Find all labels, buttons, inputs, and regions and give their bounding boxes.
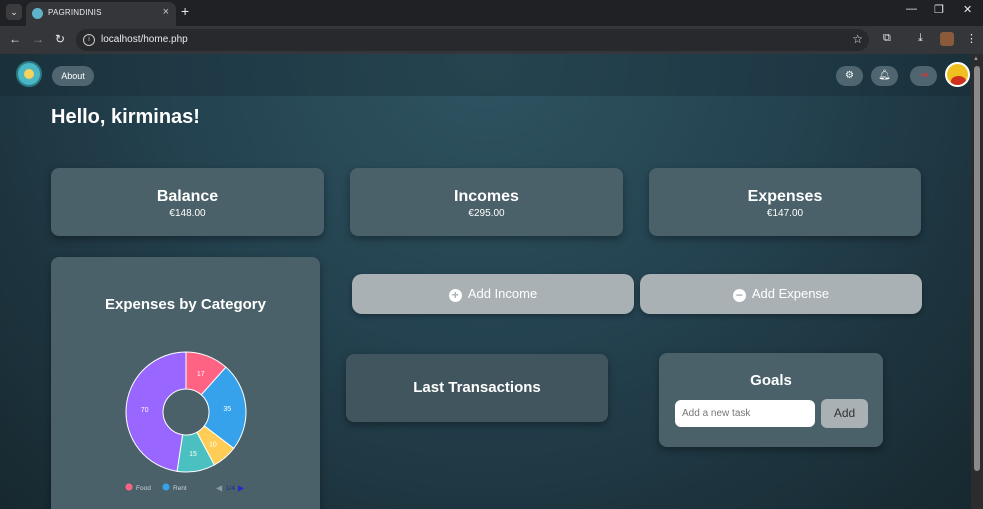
menu-icon[interactable]: ⋮	[966, 32, 977, 45]
scroll-thumb[interactable]	[974, 66, 980, 471]
incomes-value: €295.00	[468, 208, 505, 219]
add-income-button[interactable]: + Add Income	[352, 274, 634, 314]
expenses-title: Expenses	[747, 188, 823, 205]
greeting-heading: Hello, kirminas!	[51, 106, 200, 128]
legend-prev-icon[interactable]: ◀	[216, 484, 223, 493]
reload-icon[interactable]: ↻	[55, 32, 65, 46]
slice-value-label: 10	[209, 442, 217, 449]
slice-value-label: 70	[141, 407, 149, 414]
legend-swatch	[162, 483, 170, 491]
gear-icon: ⚙	[845, 70, 854, 81]
logout-button[interactable]: ⇥	[910, 66, 937, 86]
tab-search-button[interactable]: ⌄	[6, 4, 22, 20]
close-window-icon[interactable]: ✕	[963, 3, 972, 16]
add-expense-label: Add Expense	[751, 286, 830, 301]
legend-page-indicator: 1/4	[226, 485, 235, 492]
settings-button[interactable]: ⚙	[836, 66, 863, 86]
app-logo[interactable]	[16, 61, 42, 87]
incomes-card: Incomes €295.00	[350, 168, 623, 236]
new-tab-button[interactable]: +	[181, 3, 189, 19]
new-task-input[interactable]	[675, 400, 815, 427]
forward-icon[interactable]: →	[32, 32, 44, 46]
about-button[interactable]: About	[52, 66, 94, 86]
bookmark-star-icon[interactable]: ☆	[852, 32, 863, 46]
address-bar[interactable]: i localhost/home.php ☆	[76, 29, 869, 51]
back-icon[interactable]: ←	[9, 32, 21, 46]
restore-icon[interactable]: ❐	[934, 3, 944, 16]
url-text: localhost/home.php	[101, 34, 188, 45]
tab-close-icon[interactable]: ×	[163, 6, 169, 18]
favicon-icon	[32, 8, 43, 19]
browser-tab[interactable]: PAGRINDINIS ×	[26, 2, 176, 26]
minimize-icon[interactable]: —	[906, 3, 917, 15]
tab-title: PAGRINDINIS	[48, 8, 102, 17]
goals-card: Goals Add	[659, 353, 883, 447]
donut-slice[interactable]	[125, 351, 187, 472]
expenses-chart-card: Expenses by Category 17 35 10 15 70 Food Rent ◀…	[51, 257, 320, 509]
download-icon[interactable]: ⤓	[918, 32, 923, 45]
minus-circle-icon: −	[732, 289, 746, 302]
legend-swatch	[125, 483, 133, 491]
add-income-label: Add Income	[467, 286, 538, 301]
profile-icon[interactable]	[940, 32, 954, 46]
balance-value: €148.00	[169, 208, 206, 219]
legend-label[interactable]: Food	[136, 485, 151, 492]
goals-title: Goals	[750, 372, 792, 389]
add-expense-button[interactable]: − Add Expense	[640, 274, 922, 314]
notifications-button[interactable]: 🔔︎	[871, 66, 898, 86]
logout-icon: ⇥	[919, 70, 928, 81]
slice-value-label: 15	[189, 451, 197, 458]
page-content: About ⚙ 🔔︎ ⇥ Hello, kirminas! Balance €1…	[0, 54, 971, 509]
legend-label[interactable]: Rent	[173, 485, 187, 492]
page-scrollbar[interactable]: ▲	[971, 54, 983, 509]
app-navbar: About ⚙ 🔔︎ ⇥	[0, 54, 971, 96]
last-transactions-card[interactable]: Last Transactions	[346, 354, 608, 422]
slice-value-label: 35	[223, 406, 231, 413]
add-task-button[interactable]: Add	[821, 399, 868, 428]
bell-icon: 🔔︎	[878, 70, 891, 81]
avatar[interactable]	[945, 62, 970, 87]
legend-next-icon[interactable]: ▶	[238, 484, 245, 493]
scroll-up-arrow-icon[interactable]: ▲	[973, 56, 979, 62]
browser-toolbar: ← → ↻ i localhost/home.php ☆ ⧉ ⤓ ⋮	[0, 26, 983, 54]
donut-chart: 17 35 10 15 70 Food Rent ◀ 1/4 ▶	[125, 351, 247, 493]
browser-tab-strip: ⌄ PAGRINDINIS × + — ❐ ✕	[0, 0, 983, 26]
incomes-title: Incomes	[454, 188, 519, 205]
plus-circle-icon: +	[448, 289, 462, 302]
slice-value-label: 17	[197, 371, 205, 378]
site-info-icon[interactable]: i	[83, 34, 95, 46]
balance-title: Balance	[156, 188, 219, 205]
expenses-card: Expenses €147.00	[649, 168, 921, 236]
extensions-icon[interactable]: ⧉	[883, 32, 891, 45]
expenses-value: €147.00	[766, 208, 804, 219]
balance-card: Balance €148.00	[51, 168, 324, 236]
